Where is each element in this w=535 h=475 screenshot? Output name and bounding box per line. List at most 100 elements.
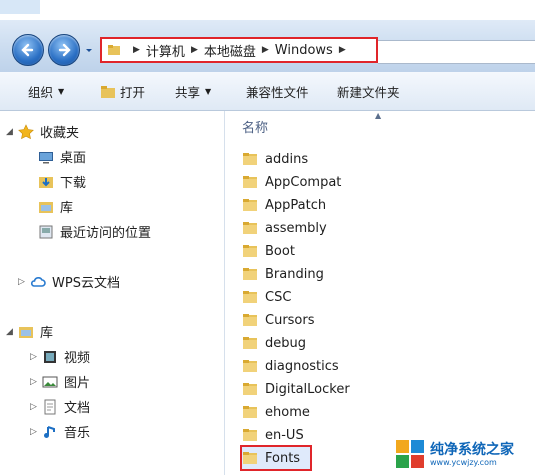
- file-name: en-US: [265, 427, 304, 443]
- nav-favorites-label: 收藏夹: [40, 126, 80, 141]
- watermark-logo: 纯净系统之家 www.ycwjzy.com: [395, 436, 535, 472]
- file-list-item[interactable]: en-US: [242, 424, 304, 446]
- nav-videos[interactable]: ▷ 视频: [30, 347, 90, 366]
- nav-documents-label: 文档: [64, 401, 91, 416]
- expand-triangle-icon[interactable]: ▷: [30, 352, 42, 362]
- breadcrumb-local-disk[interactable]: 本地磁盘: [204, 41, 256, 60]
- breadcrumb-arrow-icon[interactable]: ▶: [339, 45, 346, 55]
- file-list-item[interactable]: Boot: [242, 240, 295, 262]
- compat-label: 兼容性文件: [246, 85, 309, 100]
- new-folder-button[interactable]: 新建文件夹: [337, 82, 400, 101]
- share-menu[interactable]: 共享 ▼: [175, 82, 211, 101]
- folder-icon: [243, 291, 257, 303]
- file-list-item[interactable]: Branding: [242, 263, 324, 285]
- folder-icon: [243, 222, 257, 234]
- open-button[interactable]: 打开: [100, 82, 145, 101]
- expand-triangle-icon[interactable]: ▷: [18, 277, 30, 287]
- organize-menu[interactable]: 组织 ▼: [28, 82, 64, 101]
- navigation-pane: ◢ 收藏夹 桌面 下载 库 最近访问的位置 ▷ WPS云文档 ◢ 库 ▷ 视频 …: [0, 111, 225, 475]
- nav-pictures[interactable]: ▷ 图片: [30, 372, 90, 391]
- nav-desktop-label: 桌面: [60, 151, 87, 166]
- folder-icon: [243, 337, 257, 349]
- file-name: DigitalLocker: [265, 381, 350, 397]
- star-icon: [18, 123, 34, 139]
- address-bar-extension[interactable]: [378, 40, 535, 64]
- folder-icon: [108, 45, 120, 55]
- breadcrumb-arrow-icon[interactable]: ▶: [133, 45, 140, 55]
- chevron-down-icon: ▼: [205, 87, 212, 96]
- breadcrumb-computer[interactable]: 计算机: [146, 41, 185, 60]
- watermark-title: 纯净系统之家: [430, 441, 514, 458]
- file-list-item[interactable]: Fonts: [239, 445, 313, 471]
- file-name: assembly: [265, 220, 327, 236]
- nav-library-label: 库: [60, 201, 74, 216]
- library-icon: [39, 201, 53, 213]
- nav-documents[interactable]: ▷ 文档: [30, 397, 90, 416]
- file-name: AppCompat: [265, 174, 342, 190]
- cloud-icon: [30, 276, 46, 287]
- nav-music[interactable]: ▷ 音乐: [30, 422, 90, 441]
- folder-icon: [243, 383, 257, 395]
- expand-triangle-icon[interactable]: ▷: [30, 427, 42, 437]
- open-label: 打开: [120, 85, 146, 100]
- file-list-item[interactable]: Cursors: [242, 309, 315, 331]
- watermark-url: www.ycwjzy.com: [430, 457, 497, 467]
- file-list-item[interactable]: debug: [242, 332, 306, 354]
- folder-icon: [243, 268, 257, 280]
- downloads-icon: [39, 176, 53, 188]
- title-blip: [0, 0, 40, 14]
- nav-recent-label: 最近访问的位置: [60, 226, 152, 241]
- watermark-logo-icon: [396, 440, 424, 468]
- expand-triangle-icon[interactable]: ▷: [30, 402, 42, 412]
- folder-icon: [243, 452, 257, 464]
- chevron-down-icon: ▼: [58, 87, 65, 96]
- nav-recent[interactable]: 最近访问的位置: [38, 222, 151, 241]
- file-list-item[interactable]: DigitalLocker: [242, 378, 350, 400]
- nav-libraries[interactable]: ◢ 库: [6, 322, 53, 341]
- open-folder-icon: [101, 85, 115, 98]
- folder-icon: [243, 245, 257, 257]
- file-list-item[interactable]: AppPatch: [242, 194, 326, 216]
- breadcrumb-arrow-icon[interactable]: ▶: [191, 45, 198, 55]
- nav-music-label: 音乐: [64, 426, 91, 441]
- expand-triangle-icon[interactable]: ▷: [30, 377, 42, 387]
- forward-arrow-icon: [58, 43, 71, 57]
- toolbar: 组织 ▼ 打开 共享 ▼ 兼容性文件 新建文件夹: [0, 72, 535, 111]
- sort-indicator-icon: ▲: [375, 111, 382, 120]
- file-name: ehome: [265, 404, 310, 420]
- file-name: AppPatch: [265, 197, 327, 213]
- nav-library[interactable]: 库: [38, 197, 73, 216]
- desktop-icon: [39, 151, 53, 163]
- collapse-triangle-icon[interactable]: ◢: [6, 127, 18, 137]
- collapse-triangle-icon[interactable]: ◢: [6, 327, 18, 337]
- file-list-item[interactable]: addins: [242, 148, 308, 170]
- column-header-name[interactable]: 名称: [242, 117, 268, 136]
- file-name: diagnostics: [265, 358, 339, 374]
- nav-wps-label: WPS云文档: [52, 276, 120, 291]
- file-name: addins: [265, 151, 309, 167]
- nav-favorites[interactable]: ◢ 收藏夹: [6, 122, 79, 141]
- recent-pages-dropdown-icon[interactable]: [84, 44, 94, 56]
- breadcrumb-windows[interactable]: Windows: [275, 43, 333, 58]
- file-list-item[interactable]: assembly: [242, 217, 327, 239]
- forward-button[interactable]: [48, 34, 80, 66]
- nav-downloads[interactable]: 下载: [38, 172, 86, 191]
- video-icon: [44, 350, 56, 363]
- folder-icon: [243, 429, 257, 441]
- organize-label: 组织: [28, 85, 54, 100]
- file-name: Boot: [265, 243, 295, 259]
- address-breadcrumb[interactable]: ▶ 计算机 ▶ 本地磁盘 ▶ Windows ▶: [100, 37, 378, 63]
- file-list-item[interactable]: CSC: [242, 286, 291, 308]
- back-arrow-icon: [21, 43, 34, 57]
- breadcrumb-arrow-icon[interactable]: ▶: [262, 45, 269, 55]
- folder-icon: [243, 199, 257, 211]
- file-list-item[interactable]: AppCompat: [242, 171, 341, 193]
- file-list-item[interactable]: diagnostics: [242, 355, 339, 377]
- back-button[interactable]: [12, 34, 44, 66]
- file-name: CSC: [265, 289, 292, 305]
- compat-files-button[interactable]: 兼容性文件: [246, 82, 309, 101]
- nav-wps[interactable]: ▷ WPS云文档: [18, 272, 120, 291]
- file-list-item[interactable]: ehome: [242, 401, 310, 423]
- folder-icon: [243, 314, 257, 326]
- nav-desktop[interactable]: 桌面: [38, 147, 86, 166]
